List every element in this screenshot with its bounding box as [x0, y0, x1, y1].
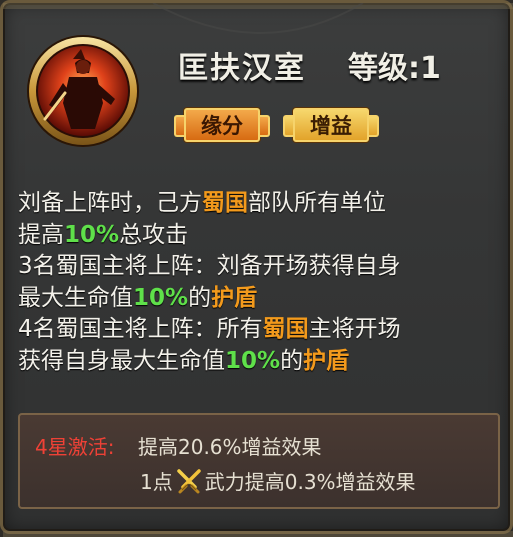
- desc-text: 的: [280, 347, 304, 374]
- skill-title: 匡扶汉室: [178, 51, 306, 86]
- description-line-3: 3名蜀国主将上阵：刘备开场获得自身: [18, 253, 401, 279]
- faction-highlight: 蜀国: [262, 316, 309, 342]
- description-line-2: 提高10%总攻击: [18, 220, 498, 252]
- desc-text: 提高: [18, 221, 64, 248]
- tag-yuanfen-badge: 缘分: [174, 108, 270, 142]
- skill-level: 等级:1: [348, 51, 441, 86]
- desc-text: 最大生命值: [18, 284, 133, 311]
- shield-highlight: 护盾: [303, 347, 350, 374]
- desc-text: 主将开场: [308, 316, 401, 342]
- skill-description: 刘备上阵时，己方蜀国部队所有单位 提高10%总攻击 3名蜀国主将上阵：刘备开场获…: [18, 188, 498, 377]
- tag-zengyi-badge: 增益: [283, 108, 379, 142]
- skill-tooltip-panel: 匡扶汉室 等级:1 缘分 增益 刘备上阵时，己方蜀国部队所有单位 提高10%总攻…: [0, 0, 513, 537]
- star-activation-box: 4星激活: 提高20.6%增益效果 1点 武力提高0.3%增益效果: [18, 413, 500, 509]
- hero-portrait-icon: [27, 35, 139, 147]
- per-point-prefix: 1点: [140, 470, 173, 494]
- shield-highlight: 护盾: [211, 284, 258, 311]
- desc-text: 总攻击: [119, 221, 189, 248]
- star-activation-label: 4星激活:: [35, 435, 115, 459]
- description-line-5: 4名蜀国主将上阵：所有蜀国主将开场: [18, 314, 498, 346]
- desc-text: 4名蜀国主将上阵：所有: [18, 316, 263, 342]
- faction-highlight: 蜀国: [202, 190, 248, 216]
- star-per-point: 1点 武力提高0.3%增益效果: [140, 466, 416, 495]
- desc-text: 的: [188, 284, 212, 311]
- value-highlight: 10%: [133, 284, 189, 311]
- desc-text: 刘备上阵时，己方: [18, 190, 202, 216]
- star-activation-effect: 提高20.6%增益效果: [138, 435, 322, 459]
- description-line-6: 获得自身最大生命值10%的护盾: [18, 346, 498, 378]
- tag-zengyi-label: 增益: [283, 108, 379, 142]
- description-line-1: 刘备上阵时，己方蜀国部队所有单位: [18, 188, 498, 220]
- desc-text: 获得自身最大生命值: [18, 347, 225, 374]
- description-line-4: 最大生命值10%的护盾: [18, 283, 498, 315]
- desc-text: 部队所有单位: [248, 190, 386, 216]
- per-point-suffix: 武力提高0.3%增益效果: [204, 470, 416, 494]
- crossed-swords-icon: [176, 468, 201, 493]
- tag-yuanfen-label: 缘分: [174, 108, 270, 142]
- value-highlight: 10%: [225, 347, 281, 374]
- value-highlight: 10%: [64, 221, 120, 248]
